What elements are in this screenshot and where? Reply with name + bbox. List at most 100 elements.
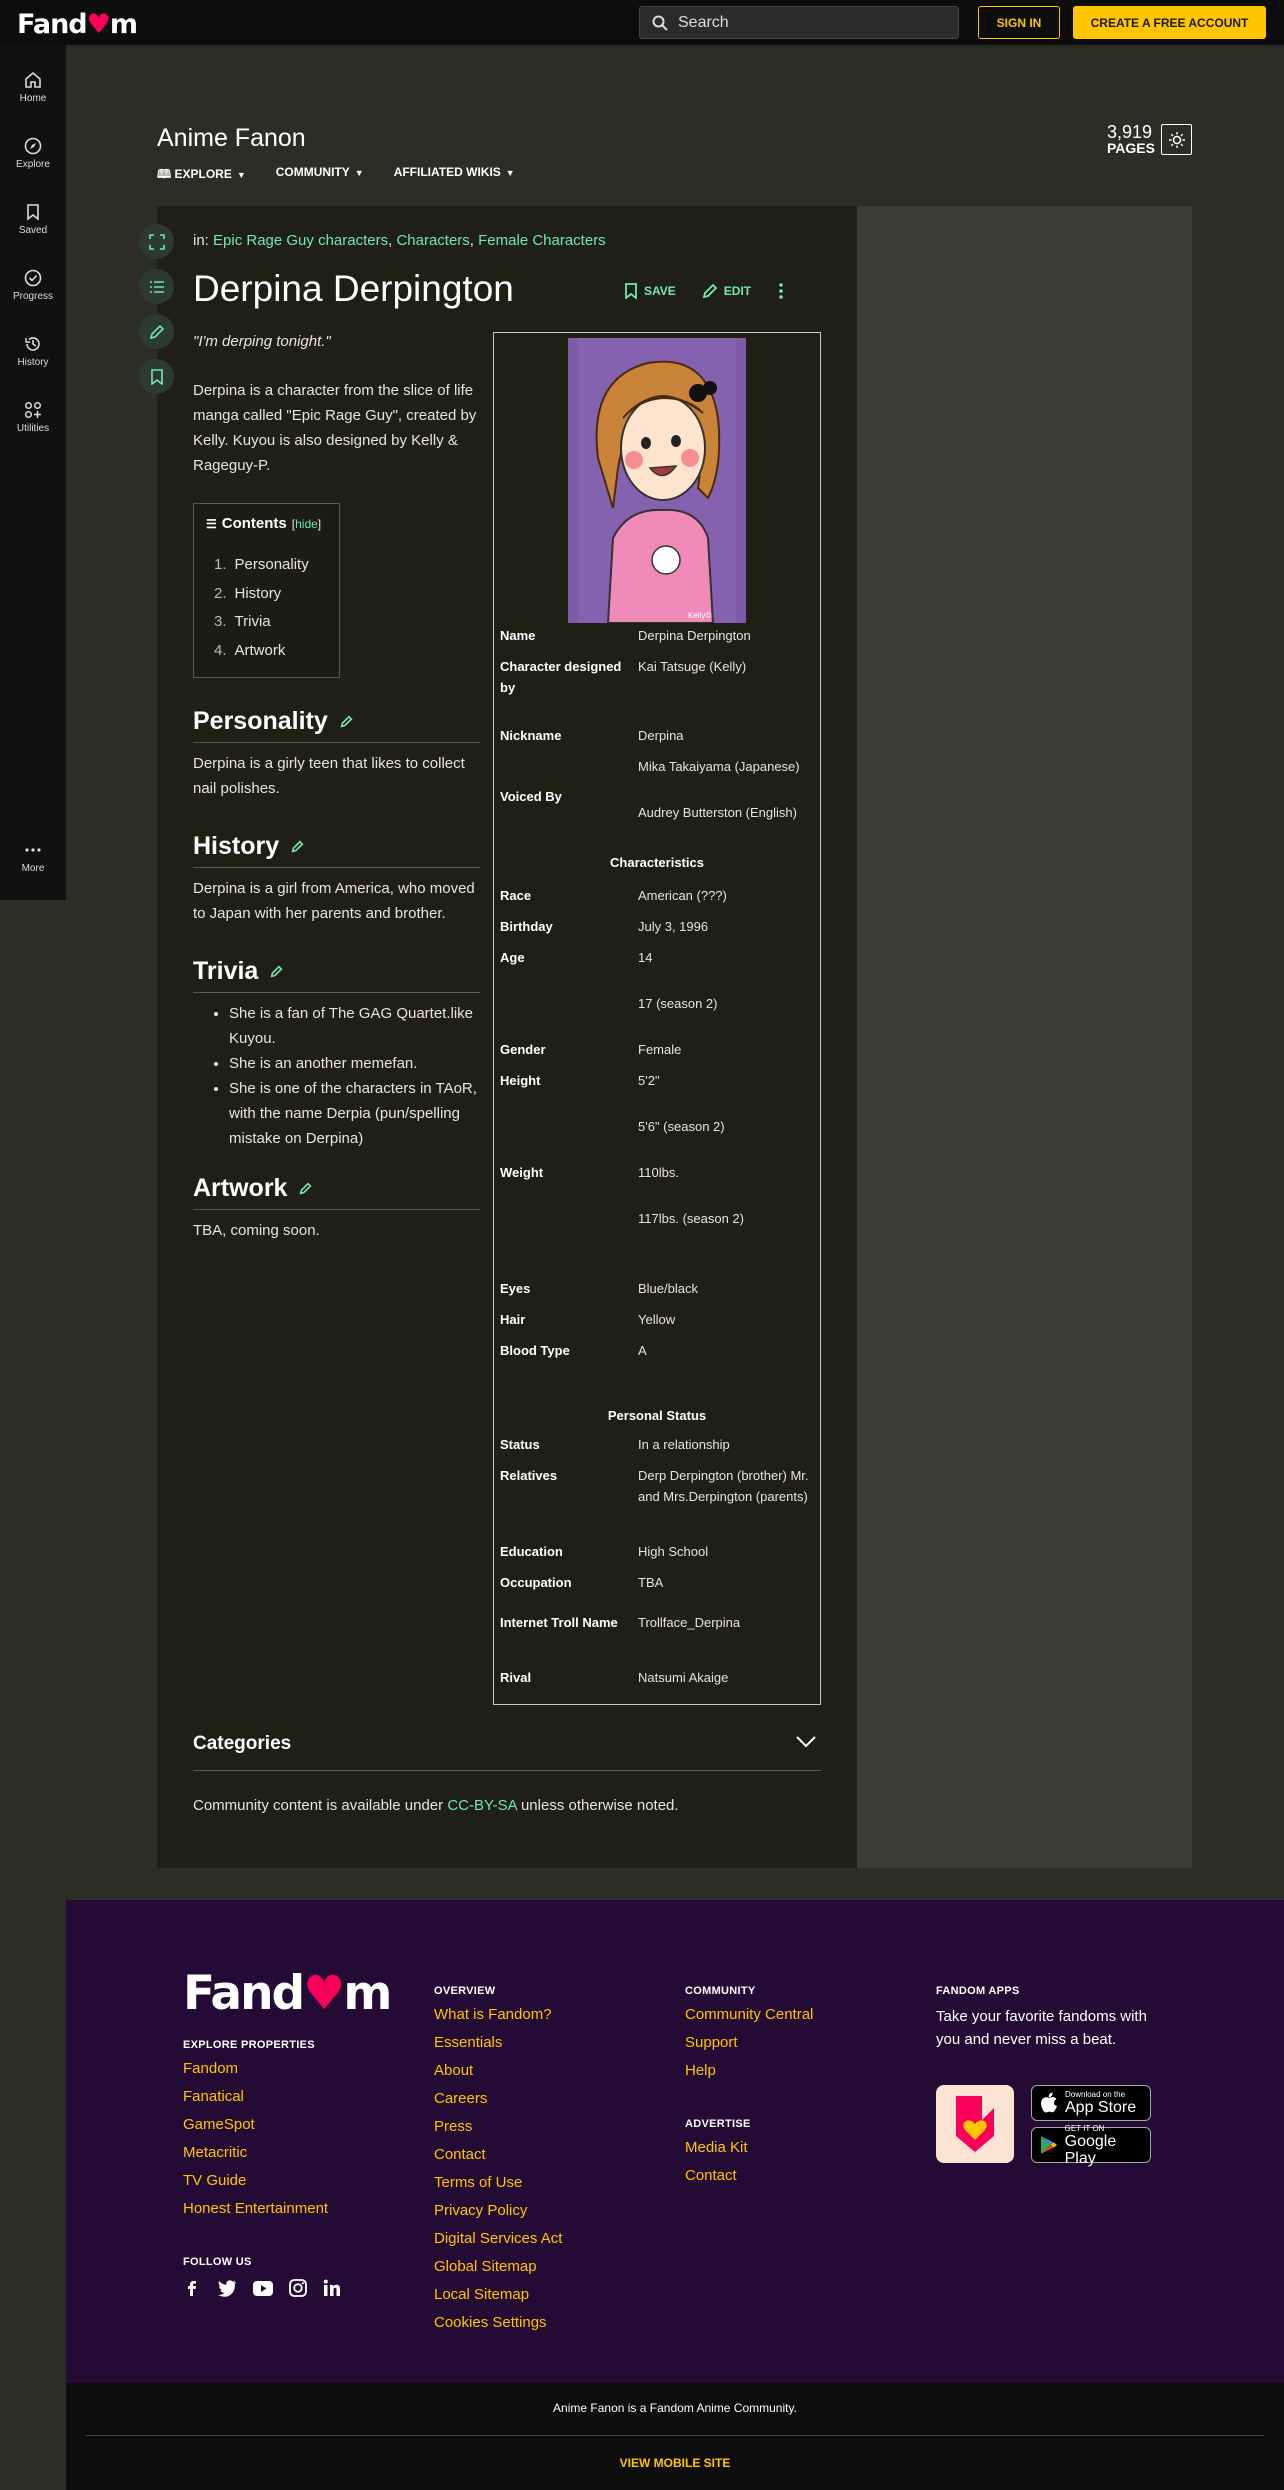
- wiki-title[interactable]: Anime Fanon: [157, 124, 306, 153]
- svg-text:Kelly©: Kelly©: [688, 611, 711, 620]
- infobox-value: 14: [638, 950, 653, 965]
- compass-icon: [24, 137, 42, 155]
- infobox-label: Gender: [500, 1042, 546, 1057]
- infobox-value: American (???): [638, 888, 727, 903]
- rail-home[interactable]: Home: [0, 71, 66, 104]
- view-mobile-site-link[interactable]: VIEW MOBILE SITE: [66, 2456, 1284, 2470]
- categories-toggle[interactable]: Categories: [193, 1733, 821, 1771]
- global-navigation: Fand♥m Search SIGN IN CREATE A FREE ACCO…: [0, 0, 1284, 45]
- footer-fandom-logo[interactable]: Fand♥m: [183, 1966, 392, 2021]
- rail-utilities[interactable]: Utilities: [0, 401, 66, 434]
- footer-link[interactable]: Careers: [434, 2090, 562, 2118]
- infobox-value: July 3, 1996: [638, 919, 709, 934]
- infobox-label: Race: [500, 888, 532, 903]
- save-tool-button[interactable]: [139, 359, 174, 394]
- create-account-button[interactable]: CREATE A FREE ACCOUNT: [1073, 6, 1266, 39]
- rail-progress[interactable]: Progress: [0, 269, 66, 302]
- rail-explore[interactable]: Explore: [0, 137, 66, 170]
- footer-link[interactable]: Help: [685, 2062, 813, 2090]
- save-button[interactable]: SAVE: [624, 283, 676, 299]
- footer-link[interactable]: Metacritic: [183, 2144, 328, 2172]
- footer-link[interactable]: Essentials: [434, 2034, 562, 2062]
- instagram-icon[interactable]: [289, 2279, 307, 2297]
- footer-link[interactable]: Honest Entertainment: [183, 2200, 328, 2228]
- toc-hide-toggle[interactable]: [hide]: [292, 517, 321, 531]
- theme-toggle-button[interactable]: [1161, 124, 1192, 155]
- footer-link[interactable]: Press: [434, 2118, 562, 2146]
- infobox-label: Relatives: [500, 1468, 558, 1483]
- edit-section-icon[interactable]: [340, 715, 353, 728]
- footer-link[interactable]: Privacy Policy: [434, 2202, 562, 2230]
- footer-link[interactable]: About: [434, 2062, 562, 2090]
- fandom-logo[interactable]: Fand♥m: [17, 9, 138, 40]
- more-options-button[interactable]: [779, 283, 783, 299]
- footer-link[interactable]: Fanatical: [183, 2088, 328, 2116]
- footer-link[interactable]: Contact: [434, 2146, 562, 2174]
- list-item: She is a fan of The GAG Quartet.like Kuy…: [229, 1001, 480, 1051]
- toc-item[interactable]: 3. Trivia: [214, 613, 309, 642]
- edit-button[interactable]: EDIT: [702, 283, 751, 299]
- toc-button[interactable]: [139, 269, 174, 304]
- footer-link[interactable]: Global Sitemap: [434, 2258, 562, 2286]
- footer-explore-properties: EXPLORE PROPERTIES Fandom Fanatical Game…: [183, 2039, 328, 2228]
- linkedin-icon[interactable]: [323, 2279, 341, 2297]
- expand-icon: [148, 233, 165, 250]
- toc-item[interactable]: 2. History: [214, 585, 309, 614]
- footer-link[interactable]: TV Guide: [183, 2172, 328, 2200]
- edit-section-icon[interactable]: [299, 1182, 312, 1195]
- google-play-button[interactable]: GET IT ON Google Play: [1031, 2124, 1151, 2167]
- category-link[interactable]: Epic Rage Guy characters: [213, 232, 388, 249]
- category-link[interactable]: Female Characters: [478, 232, 606, 249]
- character-image[interactable]: Kelly©: [568, 338, 746, 623]
- license-link[interactable]: CC-BY-SA: [447, 1797, 516, 1814]
- footer-link[interactable]: Contact: [685, 2167, 751, 2195]
- category-link[interactable]: Characters: [396, 232, 469, 249]
- edit-tool-button[interactable]: [139, 314, 174, 349]
- toc-item[interactable]: 1. Personality: [214, 556, 309, 585]
- facebook-icon[interactable]: [183, 2279, 201, 2297]
- infobox-value: Yellow: [638, 1312, 676, 1327]
- nav-affiliated-wikis[interactable]: AFFILIATED WIKIS ▼: [394, 165, 515, 186]
- footer-link[interactable]: Local Sitemap: [434, 2286, 562, 2314]
- fandom-flame-heart-icon: [956, 2096, 994, 2152]
- infobox-value: Derpina Derpington: [638, 628, 751, 643]
- youtube-icon[interactable]: [253, 2280, 273, 2296]
- page-title: Derpina Derpington: [193, 268, 514, 309]
- section-trivia: Trivia She is a fan of The GAG Quartet.l…: [193, 957, 480, 1151]
- footer-link[interactable]: What is Fandom?: [434, 2006, 562, 2034]
- app-store-button[interactable]: Download on the App Store: [1031, 2085, 1151, 2121]
- footer-follow-us: FOLLOW US: [183, 2256, 252, 2268]
- fandom-app-icon[interactable]: [936, 2085, 1014, 2163]
- search-input[interactable]: Search: [639, 6, 959, 39]
- fullscreen-button[interactable]: [139, 224, 174, 259]
- fandom-heart-icon: ♥: [303, 1966, 345, 2021]
- rail-more[interactable]: More: [0, 841, 66, 874]
- nav-community[interactable]: COMMUNITY ▼: [276, 165, 364, 186]
- footer-link[interactable]: GameSpot: [183, 2116, 328, 2144]
- footer-link[interactable]: Terms of Use: [434, 2174, 562, 2202]
- infobox-value: 5'2": [638, 1073, 660, 1088]
- footer-link[interactable]: Cookies Settings: [434, 2314, 562, 2342]
- sign-in-button[interactable]: SIGN IN: [978, 6, 1060, 39]
- more-icon: [25, 848, 41, 852]
- edit-section-icon[interactable]: [291, 840, 304, 853]
- page-actions: SAVE EDIT: [624, 283, 783, 299]
- footer-link[interactable]: Community Central: [685, 2006, 813, 2034]
- footer-link[interactable]: Support: [685, 2034, 813, 2062]
- nav-explore[interactable]: 🕮 EXPLORE ▼: [157, 165, 246, 186]
- edit-section-icon[interactable]: [270, 965, 283, 978]
- footer-link[interactable]: Digital Services Act: [434, 2230, 562, 2258]
- infobox-label: Status: [500, 1437, 540, 1452]
- rail-saved[interactable]: Saved: [0, 203, 66, 236]
- infobox-value: 17 (season 2): [638, 996, 718, 1011]
- rail-history[interactable]: History: [0, 335, 66, 368]
- toc-item[interactable]: 4. Artwork: [214, 642, 309, 671]
- twitter-icon[interactable]: [217, 2279, 237, 2297]
- footer-link[interactable]: Fandom: [183, 2060, 328, 2088]
- section-history: History Derpina is a girl from America, …: [193, 832, 480, 926]
- footer-link[interactable]: Media Kit: [685, 2139, 751, 2167]
- infobox-value: Audrey Butterston (English): [638, 805, 797, 820]
- infobox-label: Rival: [500, 1670, 532, 1685]
- infobox-value: Natsumi Akaige: [638, 1670, 729, 1685]
- right-rail: [857, 206, 1192, 1868]
